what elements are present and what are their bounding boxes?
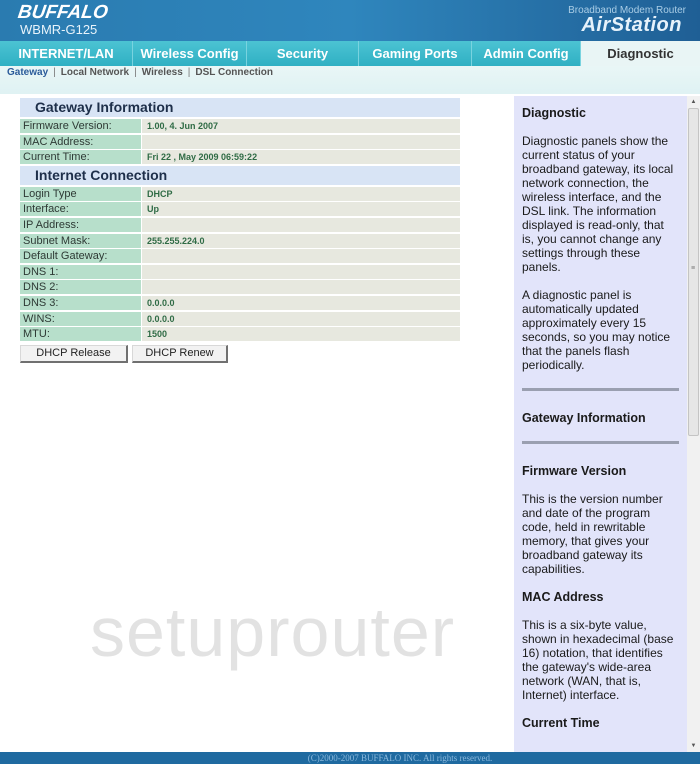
help-paragraph: This is a six-byte value, shown in hexad… [522,618,674,702]
row-label: MAC Address: [20,134,141,149]
subnet-mask-value: 255.255.224.0 [142,233,460,248]
row-label: Default Gateway: [20,249,141,264]
row-label: DNS 2: [20,280,141,295]
tab-internet-lan[interactable]: INTERNET/LAN [0,41,133,66]
table-row: Interface: Up [20,202,460,217]
gateway-table: Firmware Version: 1.00, 4. Jun 2007 MAC A… [20,119,460,165]
help-panel: Diagnostic Diagnostic panels show the cu… [514,96,687,752]
table-row: Current Time: Fri 22 , May 2009 06:59:22 [20,150,460,165]
help-paragraph: Diagnostic panels show the current statu… [522,134,674,274]
gateway-information-title: Gateway Information [20,98,460,117]
tab-admin-config[interactable]: Admin Config [472,41,581,66]
table-row: Default Gateway: [20,249,460,264]
help-firmware-title: Firmware Version [522,464,627,478]
footer-copyright: (C)2000-2007 BUFFALO INC. All rights res… [0,752,700,764]
main-content: Gateway Information Firmware Version: 1.0… [20,98,460,364]
help-scrollbar[interactable]: ▲ ≡ ▼ [687,96,700,752]
help-time-title: Current Time [522,716,600,730]
dns1-value [142,264,460,279]
table-row: DNS 3: 0.0.0.0 [20,295,460,310]
separator: | [53,67,56,78]
internet-table: Login Type DHCP Interface: Up IP Address: … [20,186,460,342]
main-tabs: INTERNET/LAN Wireless Config Security Ga… [0,41,700,66]
ip-address-value [142,217,460,232]
internet-connection-title: Internet Connection [20,165,460,185]
current-time-value: Fri 22 , May 2009 06:59:22 [142,150,460,165]
wins-value: 0.0.0.0 [142,311,460,326]
row-label: Subnet Mask: [20,233,141,248]
divider [522,388,679,391]
dhcp-release-button[interactable]: DHCP Release [20,345,128,364]
interface-value: Up [142,202,460,217]
airstation-logo: AirStation [581,14,682,36]
scroll-thumb[interactable]: ≡ [688,108,699,436]
model-name: WBMR-G125 [20,22,98,37]
table-row: DNS 2: [20,280,460,295]
subnav-dsl-connection[interactable]: DSL Connection [195,67,273,78]
dhcp-buttons: DHCP Release DHCP Renew [20,345,460,364]
table-row: MAC Address: [20,134,460,149]
separator: | [134,67,137,78]
tab-wireless-config[interactable]: Wireless Config [133,41,247,66]
table-row: Firmware Version: 1.00, 4. Jun 2007 [20,119,460,133]
row-label: WINS: [20,311,141,326]
separator: | [187,67,191,78]
login-type-value: DHCP [142,186,460,201]
dhcp-renew-button[interactable]: DHCP Renew [132,345,228,364]
row-label: DNS 1: [20,264,141,279]
tab-security[interactable]: Security [247,41,359,66]
table-row: Subnet Mask: 255.255.224.0 [20,233,460,248]
grip-icon: ≡ [691,265,696,272]
table-row: DNS 1: [20,264,460,279]
dns2-value [142,280,460,295]
help-mac-title: MAC Address [522,590,604,604]
row-label: Current Time: [20,150,141,165]
help-paragraph: A diagnostic panel is automatically upda… [522,288,671,372]
subnav-gateway[interactable]: Gateway [7,67,48,78]
help-paragraph: This is the version number and date of t… [522,492,663,576]
row-label: IP Address: [20,217,141,232]
row-label: MTU: [20,327,141,342]
header: BUFFALO WBMR-G125 Broadband Modem Router… [0,0,700,41]
tab-diagnostic[interactable]: Diagnostic [581,41,700,66]
tab-gaming-ports[interactable]: Gaming Ports [359,41,472,66]
mtu-value: 1500 [142,327,460,342]
default-gateway-value [142,249,460,264]
row-label: Login Type [20,186,141,201]
scroll-up-arrow-icon[interactable]: ▲ [687,96,700,108]
table-row: IP Address: [20,217,460,232]
table-row: Login Type DHCP [20,186,460,201]
row-label: Firmware Version: [20,119,141,133]
firmware-version-value: 1.00, 4. Jun 2007 [142,119,460,133]
scroll-down-arrow-icon[interactable]: ▼ [687,740,700,752]
buffalo-logo: BUFFALO [16,2,110,23]
row-label: Interface: [20,202,141,217]
watermark: setuprouter [90,593,456,671]
row-label: DNS 3: [20,295,141,310]
subnav-wireless[interactable]: Wireless [142,67,183,78]
help-title: Diagnostic [522,106,586,120]
table-row: MTU: 1500 [20,327,460,342]
help-section-title: Gateway Information [522,411,646,425]
subnav-local-network[interactable]: Local Network [61,67,129,78]
dns3-value: 0.0.0.0 [142,295,460,310]
divider [522,441,679,444]
sub-navigation: Gateway | Local Network | Wireless | DSL Conne… [0,66,700,94]
mac-address-value [142,134,460,149]
table-row: WINS: 0.0.0.0 [20,311,460,326]
